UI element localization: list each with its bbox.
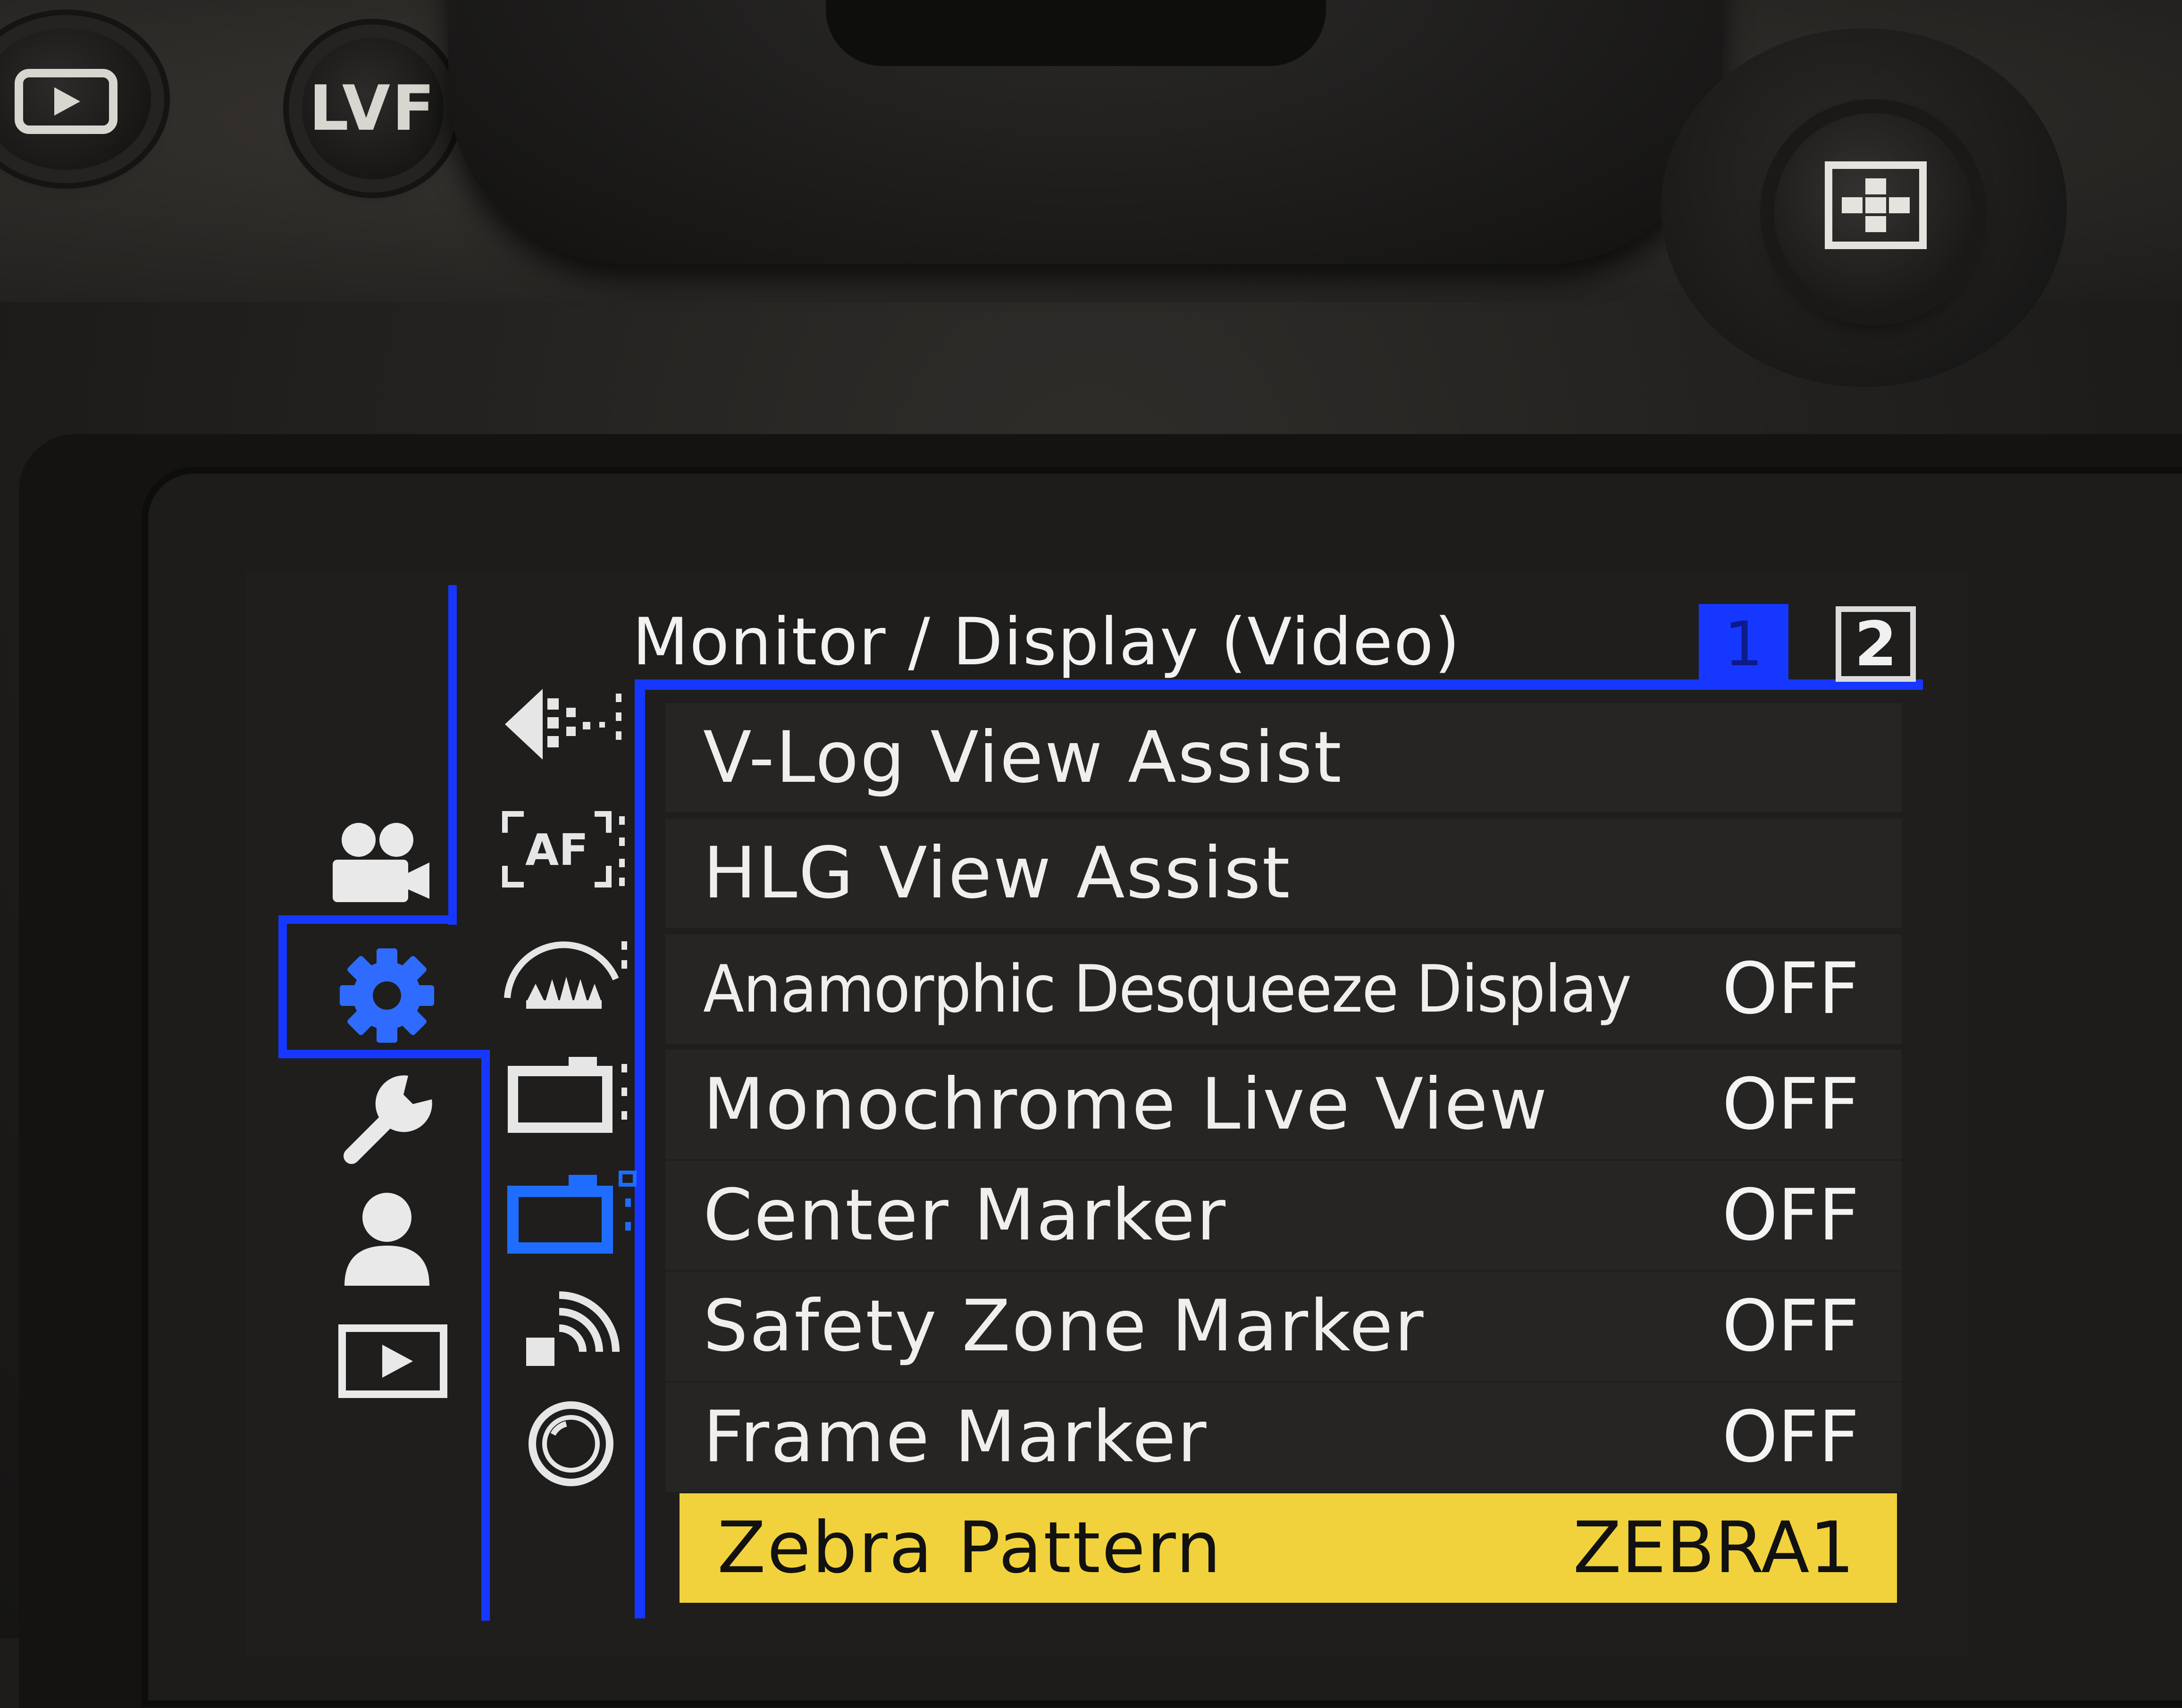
- menu-item-label: Center Marker: [703, 1174, 1227, 1256]
- menu-item-monochrome-live-view[interactable]: Monochrome Live View OFF: [665, 1050, 1902, 1159]
- menu-item-hlg-view-assist[interactable]: HLG View Assist: [665, 819, 1902, 928]
- camera-monitor-icon[interactable]: [507, 1050, 630, 1135]
- menu-item-label: Monochrome Live View: [703, 1063, 1549, 1146]
- af-icon[interactable]: AF: [500, 809, 628, 889]
- menu-item-label: Safety Zone Marker: [703, 1285, 1425, 1367]
- menu-item-value: OFF: [1722, 1174, 1859, 1256]
- menu-item-label: HLG View Assist: [703, 832, 1292, 914]
- joystick-button[interactable]: [1774, 113, 1972, 311]
- af-area-grid-icon: [1825, 161, 1927, 249]
- category-divider-bottom: [481, 1050, 490, 1621]
- menu-item-value: OFF: [1722, 948, 1859, 1030]
- menu-item-label: Zebra Pattern: [717, 1507, 1223, 1589]
- menu-item-zebra-pattern[interactable]: Zebra Pattern ZEBRA1: [680, 1493, 1897, 1603]
- camera-monitor-video-icon[interactable]: [507, 1165, 639, 1255]
- person-icon[interactable]: [340, 1189, 434, 1288]
- image-quality-icon[interactable]: [500, 679, 628, 774]
- menu-item-label: Frame Marker: [703, 1396, 1208, 1478]
- menu-item-anamorphic-desqueeze-display[interactable]: Anamorphic Desqueeze Display OFF: [665, 934, 1902, 1044]
- page-tab-2[interactable]: 2: [1836, 606, 1916, 682]
- menu-item-value: OFF: [1722, 1063, 1859, 1146]
- playback-icon: [15, 69, 117, 134]
- exposure-meter-icon[interactable]: [498, 932, 630, 1012]
- lens-icon[interactable]: [524, 1397, 618, 1491]
- wireless-icon[interactable]: [521, 1286, 621, 1371]
- menu-list: V-Log View Assist HLG View Assist Anamor…: [665, 703, 1921, 1628]
- viewfinder-window: [826, 0, 1326, 66]
- menu-title: Monitor / Display (Video): [632, 604, 1461, 680]
- submenu-divider: [635, 679, 645, 1618]
- gear-icon[interactable]: [335, 944, 439, 1047]
- playback-icon[interactable]: [337, 1321, 451, 1401]
- lvf-button[interactable]: LVF: [302, 38, 444, 179]
- svg-text:AF: AF: [525, 825, 588, 875]
- menu-item-frame-marker[interactable]: Frame Marker OFF: [665, 1382, 1902, 1492]
- menu-item-center-marker[interactable]: Center Marker OFF: [665, 1161, 1902, 1270]
- menu-item-value: OFF: [1722, 1285, 1859, 1367]
- category-column: [245, 571, 472, 1656]
- menu-item-value: OFF: [1722, 1396, 1859, 1478]
- menu-item-label: V-Log View Assist: [703, 717, 1343, 799]
- page-tab-1[interactable]: 1: [1699, 604, 1788, 684]
- menu-item-safety-zone-marker[interactable]: Safety Zone Marker OFF: [665, 1272, 1902, 1381]
- menu-item-label: Anamorphic Desqueeze Display: [703, 951, 1632, 1027]
- video-camera-icon[interactable]: [328, 821, 432, 906]
- wrench-icon[interactable]: [337, 1066, 441, 1170]
- menu-item-value: ZEBRA1: [1573, 1507, 1855, 1589]
- menu-item-vlog-view-assist[interactable]: V-Log View Assist: [665, 703, 1902, 812]
